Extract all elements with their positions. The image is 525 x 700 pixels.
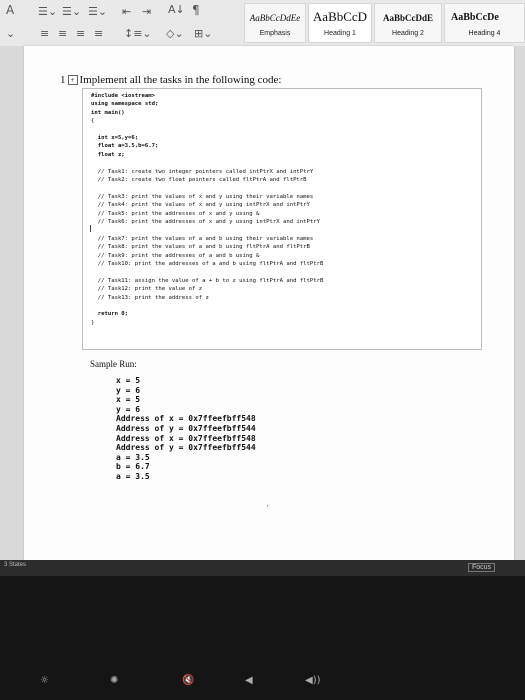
code-line: using namespace std; bbox=[91, 101, 159, 108]
document-page[interactable]: 1 + Implement all the tasks in the followi… bbox=[24, 46, 514, 576]
style-sample: AaBbCcDdE bbox=[382, 13, 433, 23]
document-canvas: 1 + Implement all the tasks in the followi… bbox=[0, 46, 525, 576]
code-line: // Task4: print the values of x and y us… bbox=[91, 202, 310, 209]
code-line: // Task2: create two float pointers call… bbox=[91, 177, 307, 183]
code-line: // Task8: print the values of a and b us… bbox=[91, 244, 310, 251]
output-line: b = 6.7 bbox=[116, 462, 150, 472]
style-name: Heading 2 bbox=[392, 30, 424, 37]
code-line: #include <iostream> bbox=[91, 93, 155, 99]
code-line: } bbox=[91, 319, 95, 326]
code-line: // Task11: assign the value of a + b to … bbox=[91, 277, 324, 284]
output-line: a = 3.5 bbox=[116, 452, 150, 462]
justify-icon[interactable]: ≡ bbox=[94, 28, 103, 40]
code-line: // Task13: print the address of z bbox=[91, 294, 209, 301]
align-center-icon[interactable]: ≡ bbox=[58, 28, 67, 40]
code-line: // Task12: print the value of z bbox=[91, 286, 203, 293]
status-text: 3 States bbox=[4, 562, 27, 568]
question-heading: 1 + Implement all the tasks in the followi… bbox=[60, 74, 281, 86]
output-line: Address of y = 0x7ffeefbff544 bbox=[116, 443, 256, 453]
sample-run-label: Sample Run: bbox=[90, 359, 137, 369]
code-line: { bbox=[91, 118, 95, 125]
output-line: x = 5 bbox=[116, 376, 141, 385]
format-painter-icon[interactable]: A bbox=[6, 4, 14, 16]
insertion-mark: ' bbox=[267, 504, 269, 513]
align-right-icon[interactable]: ≡ bbox=[76, 28, 85, 40]
output-line: a = 3.5 bbox=[116, 472, 150, 481]
code-line: // Task10: print the addresses of a and … bbox=[91, 261, 324, 267]
text-cursor-icon: I bbox=[89, 224, 92, 235]
style-heading-4[interactable]: AaBbCcDe Heading 4 bbox=[444, 3, 525, 43]
style-sample: AaBbCcD bbox=[312, 9, 368, 24]
shading-icon[interactable]: ◇⌄ bbox=[166, 28, 184, 40]
pilcrow-icon[interactable]: ¶ bbox=[192, 4, 200, 16]
code-line: // Task7: print the values of a and b us… bbox=[91, 235, 314, 242]
style-emphasis[interactable]: AaBbCcDdEe Emphasis bbox=[244, 3, 306, 43]
code-line: // Task1: create two integer pointers ca… bbox=[91, 168, 314, 175]
numbered-list-icon[interactable]: ☰⌄ bbox=[62, 6, 81, 18]
output-line: Address of x = 0x7ffeefbff548 bbox=[116, 414, 256, 424]
decrease-indent-icon[interactable]: ⇤ bbox=[122, 6, 131, 18]
question-text: Implement all the tasks in the following… bbox=[79, 74, 282, 86]
style-name: Heading 1 bbox=[324, 30, 356, 37]
output-line: x = 5 bbox=[116, 395, 141, 405]
borders-icon[interactable]: ⊞⌄ bbox=[194, 28, 212, 40]
table-move-handle-icon[interactable]: + bbox=[67, 75, 78, 86]
output-line: Address of y = 0x7ffeefbff544 bbox=[116, 424, 256, 433]
code-line: int x=5,y=6; bbox=[91, 135, 139, 141]
code-line: int main() bbox=[91, 109, 125, 116]
output-line: Address of x = 0x7ffeefbff548 bbox=[116, 433, 256, 443]
brightness-up-icon[interactable]: ✺ bbox=[110, 675, 118, 686]
code-line: // Task3: print the values of x and y us… bbox=[91, 193, 314, 200]
code-line: // Task5: print the addresses of x and y… bbox=[91, 210, 260, 217]
style-heading-1[interactable]: AaBbCcD Heading 1 bbox=[308, 3, 372, 43]
style-name: Heading 4 bbox=[468, 30, 501, 37]
align-left-icon[interactable]: ≡ bbox=[40, 28, 49, 40]
style-heading-2[interactable]: AaBbCcDdE Heading 2 bbox=[374, 3, 442, 43]
code-block[interactable]: #include <iostream> using namespace std; i… bbox=[82, 88, 482, 350]
multilevel-list-icon[interactable]: ☰⌄ bbox=[88, 6, 107, 18]
desk-background bbox=[0, 576, 525, 700]
volume-up-icon[interactable]: ◀)) bbox=[305, 675, 321, 686]
mute-icon[interactable]: 🔇 bbox=[182, 675, 194, 686]
style-name: Emphasis bbox=[259, 30, 291, 37]
volume-down-icon[interactable]: ◀ bbox=[245, 675, 253, 686]
chevron-down-icon[interactable]: ⌄ bbox=[6, 28, 15, 40]
increase-indent-icon[interactable]: ⇥ bbox=[142, 6, 151, 18]
line-spacing-icon[interactable]: ↕≡⌄ bbox=[124, 28, 152, 40]
code-line: float a=3.5,b=6.7; bbox=[91, 143, 159, 150]
sort-icon[interactable]: A↓ bbox=[168, 4, 185, 16]
output-line: y = 6 bbox=[116, 385, 141, 395]
code-line: // Task9: print the addresses of a and b… bbox=[91, 252, 260, 259]
code-line: float z; bbox=[91, 151, 125, 158]
code-line: // Task6: print the addresses of x and y… bbox=[91, 219, 321, 225]
output-line: y = 6 bbox=[116, 404, 141, 414]
style-sample: AaBbCcDdEe bbox=[249, 13, 301, 23]
question-number: 1 bbox=[60, 74, 66, 86]
status-bar: 3 States Focus bbox=[0, 560, 525, 576]
brightness-down-icon[interactable]: ☼ bbox=[40, 675, 49, 686]
focus-button[interactable]: Focus bbox=[467, 563, 495, 572]
style-sample: AaBbCcDe bbox=[451, 12, 499, 23]
code-line: return 0; bbox=[91, 311, 129, 318]
bullet-list-icon[interactable]: ☰⌄ bbox=[38, 6, 57, 18]
ribbon-toolbar: A ⌄ ☰⌄ ☰⌄ ☰⌄ ⇤ ⇥ A↓ ¶ ≡ ≡ ≡ ≡ ↕≡⌄ ◇⌄ ⊞⌄ … bbox=[0, 0, 525, 47]
